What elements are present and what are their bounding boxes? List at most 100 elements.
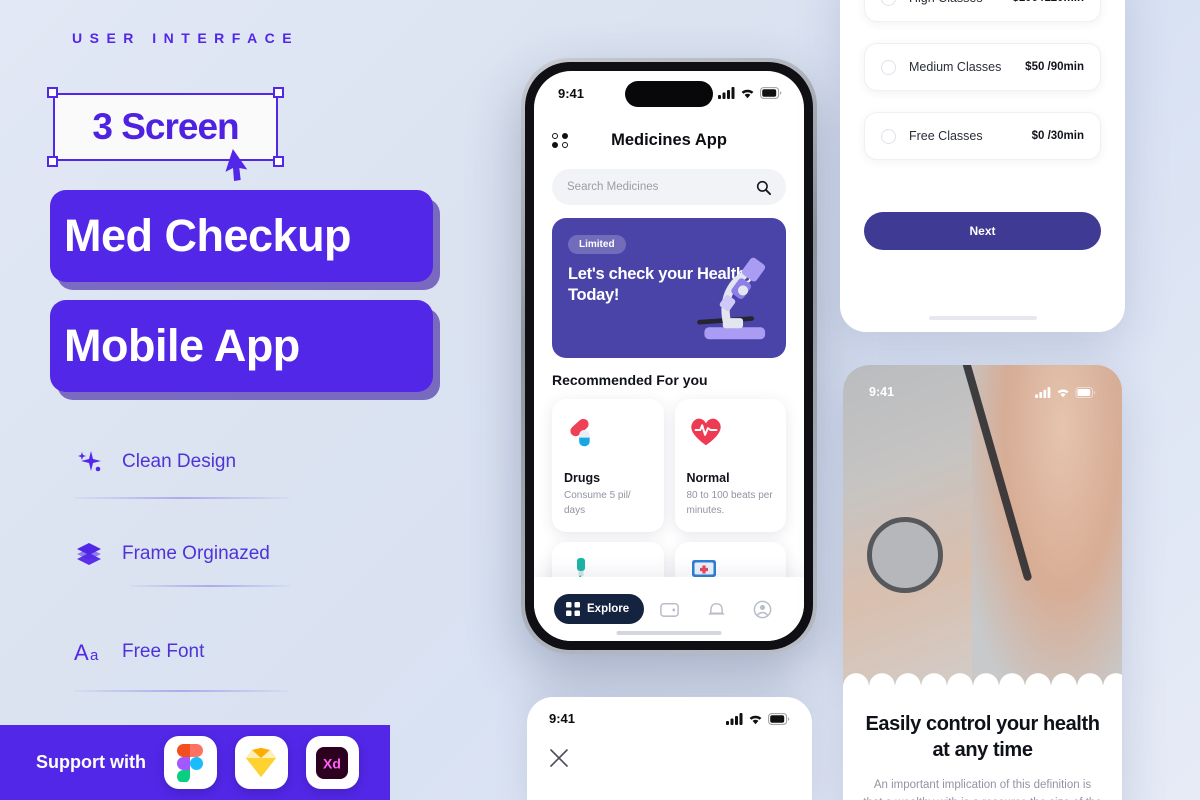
feature-item-free-font: A a Free Font (74, 622, 364, 682)
class-option-high[interactable]: High Classes $100 /120min (864, 0, 1101, 22)
status-icons (726, 712, 790, 725)
stethoscope-head (867, 517, 943, 593)
class-option-left: Medium Classes (881, 59, 1002, 75)
feature-item-clean-design: Clean Design (74, 432, 364, 492)
dynamic-island (625, 81, 713, 107)
search-placeholder: Search Medicines (567, 181, 659, 193)
home-indicator (928, 316, 1037, 320)
tab-wallet[interactable] (648, 599, 691, 620)
resize-handle-bottom-left[interactable] (47, 156, 58, 167)
recommended-card-normal[interactable]: Normal 80 to 100 beats per minutes. (674, 399, 786, 532)
title-bar-mobile-app: Mobile App (50, 300, 433, 392)
health-onboarding-card: 9:41 Easily control your health at any t… (843, 365, 1122, 800)
recommended-cards-row: Drugs Consume 5 pil/ days Normal 80 to 1… (552, 399, 786, 532)
resize-handle-top-left[interactable] (47, 87, 58, 98)
resize-handle-top-right[interactable] (273, 87, 284, 98)
feature-item-frame-orginazed: Frame Orginazed (74, 524, 364, 584)
signal-icon (726, 712, 743, 725)
phone-bezel: 9:41 Medicines App Search Medicines Limi… (525, 62, 813, 650)
search-input[interactable]: Search Medicines (552, 169, 786, 205)
feature-divider (74, 690, 289, 692)
sketch-icon[interactable] (234, 736, 288, 789)
class-price: $100 /120min (1012, 0, 1084, 4)
phone-mockup-bottom: 9:41 (527, 697, 812, 800)
phone-mockup-main: 9:41 Medicines App Search Medicines Limi… (521, 58, 817, 654)
pills-icon (570, 418, 590, 447)
user-icon (753, 600, 772, 618)
wallet-icon (660, 602, 679, 617)
class-option-free[interactable]: Free Classes $0 /30min (864, 112, 1101, 160)
search-icon[interactable] (756, 180, 771, 195)
scalloped-edge (843, 660, 1122, 686)
microscope-icon (697, 257, 766, 340)
selection-frame: 3 Screen (47, 87, 284, 200)
class-name: Medium Classes (909, 60, 1002, 74)
signal-icon (1035, 386, 1051, 398)
class-option-medium[interactable]: Medium Classes $50 /90min (864, 43, 1101, 91)
wifi-icon (749, 715, 762, 724)
card-desc: 80 to 100 beats per minutes. (686, 490, 773, 516)
eyebrow-label: USER INTERFACE (72, 30, 300, 46)
status-icons (1035, 386, 1096, 398)
tab-label: Explore (587, 603, 630, 615)
status-bar: 9:41 (549, 711, 790, 726)
next-button[interactable]: Next (864, 212, 1101, 250)
class-price: $0 /30min (1031, 130, 1084, 142)
class-name: Free Classes (909, 129, 983, 143)
doctor-stethoscope-photo: 9:41 (843, 365, 1122, 686)
bottom-tab-bar: Explore (534, 577, 804, 641)
heartbeat-icon (690, 418, 721, 446)
resize-handle-bottom-right[interactable] (273, 156, 284, 167)
battery-icon (768, 712, 790, 725)
radio-button[interactable] (881, 59, 896, 75)
svg-text:A: A (74, 640, 89, 665)
tab-profile[interactable] (741, 599, 784, 620)
wifi-icon (741, 89, 754, 99)
card-name: Normal (686, 471, 730, 485)
status-time: 9:41 (869, 385, 895, 399)
feature-label: Clean Design (122, 451, 237, 472)
typography-icon: A a (74, 637, 104, 667)
bell-icon (708, 602, 725, 615)
feature-divider (130, 585, 290, 587)
title-med-checkup: Med Checkup (64, 210, 352, 261)
card-desc: Consume 5 pil/ days (564, 490, 631, 516)
title-bar-med-checkup: Med Checkup (50, 190, 433, 282)
left-promo-panel: USER INTERFACE 3 Screen Med Checkup Mobi… (0, 0, 470, 800)
battery-icon (760, 87, 782, 99)
radio-button[interactable] (881, 0, 896, 6)
figma-icon[interactable] (163, 736, 217, 789)
grid-icon (566, 602, 580, 616)
title-mobile-app: Mobile App (64, 320, 300, 371)
section-title-recommended: Recommended For you (552, 372, 708, 388)
support-label: Support with (36, 752, 146, 772)
class-price: $50 /90min (1025, 61, 1084, 73)
status-time: 9:41 (558, 85, 585, 101)
close-icon[interactable] (549, 748, 569, 768)
app-header: Medicines App (534, 115, 804, 159)
svg-text:a: a (90, 647, 99, 664)
onboarding-body: An important implication of this definit… (863, 779, 1101, 800)
class-name: High Classes (909, 0, 983, 5)
status-icons (718, 87, 782, 99)
status-bar: 9:41 (843, 385, 1122, 399)
sparkle-icon (74, 447, 104, 477)
selection-label: 3 Screen (92, 106, 239, 147)
adobe-xd-icon[interactable]: Xd (305, 736, 359, 789)
class-option-left: High Classes (881, 0, 983, 6)
app-title: Medicines App (611, 130, 727, 149)
tab-explore[interactable]: Explore (554, 594, 645, 624)
battery-icon (1075, 386, 1095, 398)
support-bar: Support with Xd (0, 725, 390, 800)
card-name: Drugs (564, 471, 601, 485)
status-time: 9:41 (549, 711, 576, 726)
feature-label: Frame Orginazed (122, 543, 270, 564)
feature-divider (74, 497, 289, 499)
tab-alerts[interactable] (695, 599, 738, 620)
wifi-icon (1057, 388, 1069, 397)
promo-banner[interactable]: Limited Let's check your Healthy Today! (552, 218, 786, 358)
recommended-card-drugs[interactable]: Drugs Consume 5 pil/ days (552, 399, 664, 532)
radio-button[interactable] (881, 128, 896, 144)
phone-screen: 9:41 Medicines App Search Medicines Limi… (534, 71, 804, 641)
photo-subject (972, 365, 1122, 685)
